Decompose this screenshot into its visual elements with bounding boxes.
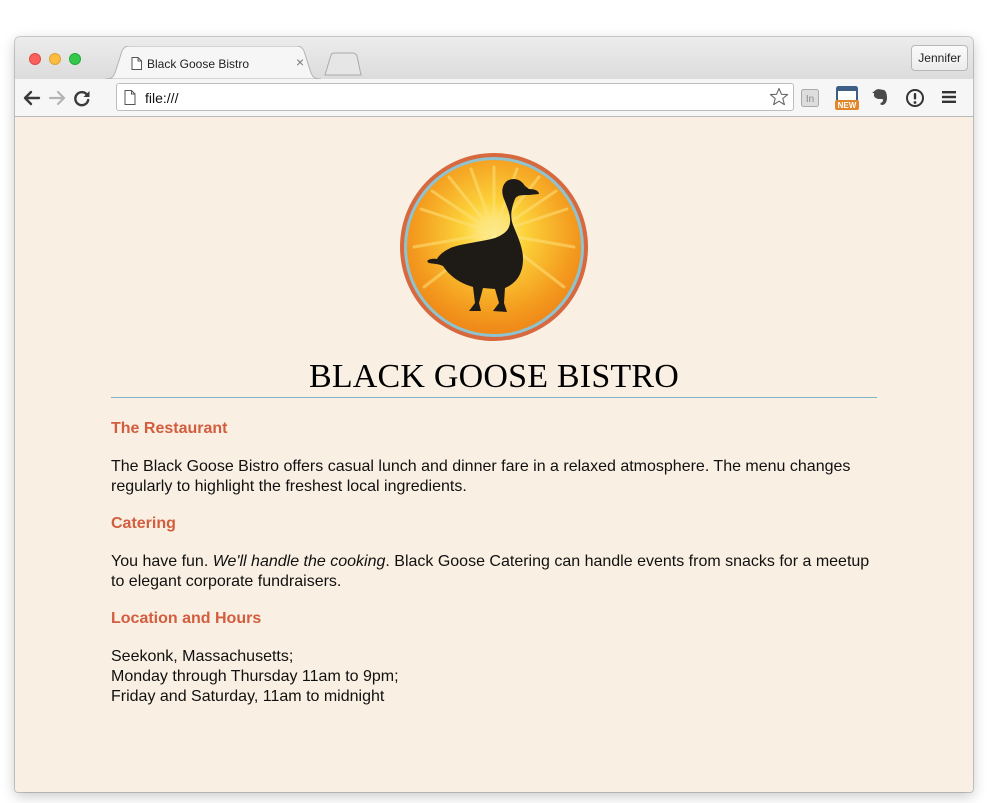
tab-title: Black Goose Bistro (147, 57, 250, 71)
evernote-icon[interactable] (871, 88, 889, 106)
catering-description: You have fun. We'll handle the cooking. … (111, 552, 881, 592)
address-bar[interactable]: file:/// (116, 83, 794, 111)
title-divider (111, 397, 877, 398)
heading-location-hours: Location and Hours (111, 610, 262, 627)
reload-icon[interactable] (73, 89, 91, 107)
heading-catering: Catering (111, 515, 176, 532)
menu-icon[interactable] (941, 90, 957, 104)
catering-text-start: You have fun. (111, 553, 213, 570)
main-content: The Restaurant The Black Goose Bistro of… (111, 419, 881, 724)
site-title: BLACK GOOSE BISTRO (308, 358, 680, 395)
linkedin-badge: In (806, 94, 814, 105)
info-icon[interactable] (905, 88, 925, 108)
profile-button[interactable]: Jennifer (911, 45, 968, 71)
page-icon (124, 90, 136, 105)
window-minimize-button[interactable] (49, 53, 61, 65)
new-tab-button[interactable] (323, 52, 363, 76)
document-icon (131, 57, 142, 70)
location-hours: Seekonk, Massachusetts; Monday through T… (111, 647, 881, 707)
tab-close-icon[interactable]: × (296, 55, 304, 69)
goose-logo-icon (400, 153, 588, 341)
hours-line-location: Seekonk, Massachusetts; (111, 648, 294, 665)
window-zoom-button[interactable] (69, 53, 81, 65)
catering-emphasis: We'll handle the cooking (212, 553, 386, 570)
toolbar: file:/// In NEW (15, 79, 973, 117)
hours-line-weekend: Friday and Saturday, 11am to midnight (111, 688, 385, 705)
tab-black-goose-bistro[interactable]: Black Goose Bistro × (105, 46, 321, 79)
browser-window: Black Goose Bistro × Jennifer file:/// I… (15, 37, 973, 792)
new-badge: NEW (838, 101, 857, 110)
url-text[interactable]: file:/// (145, 90, 178, 106)
page-viewport: BLACK GOOSE BISTRO The Restaurant The Bl… (15, 117, 973, 792)
heading-restaurant: The Restaurant (111, 420, 228, 437)
restaurant-description: The Black Goose Bistro offers casual lun… (111, 458, 851, 495)
hours-line-weekdays: Monday through Thursday 11am to 9pm; (111, 668, 399, 685)
tab-strip: Black Goose Bistro × Jennifer (15, 37, 973, 79)
linkedin-icon[interactable]: In (801, 89, 819, 107)
cast-new-icon[interactable]: NEW (833, 85, 861, 111)
forward-icon[interactable] (48, 89, 66, 107)
window-close-button[interactable] (29, 53, 41, 65)
back-icon[interactable] (23, 89, 41, 107)
star-icon[interactable] (769, 87, 789, 107)
